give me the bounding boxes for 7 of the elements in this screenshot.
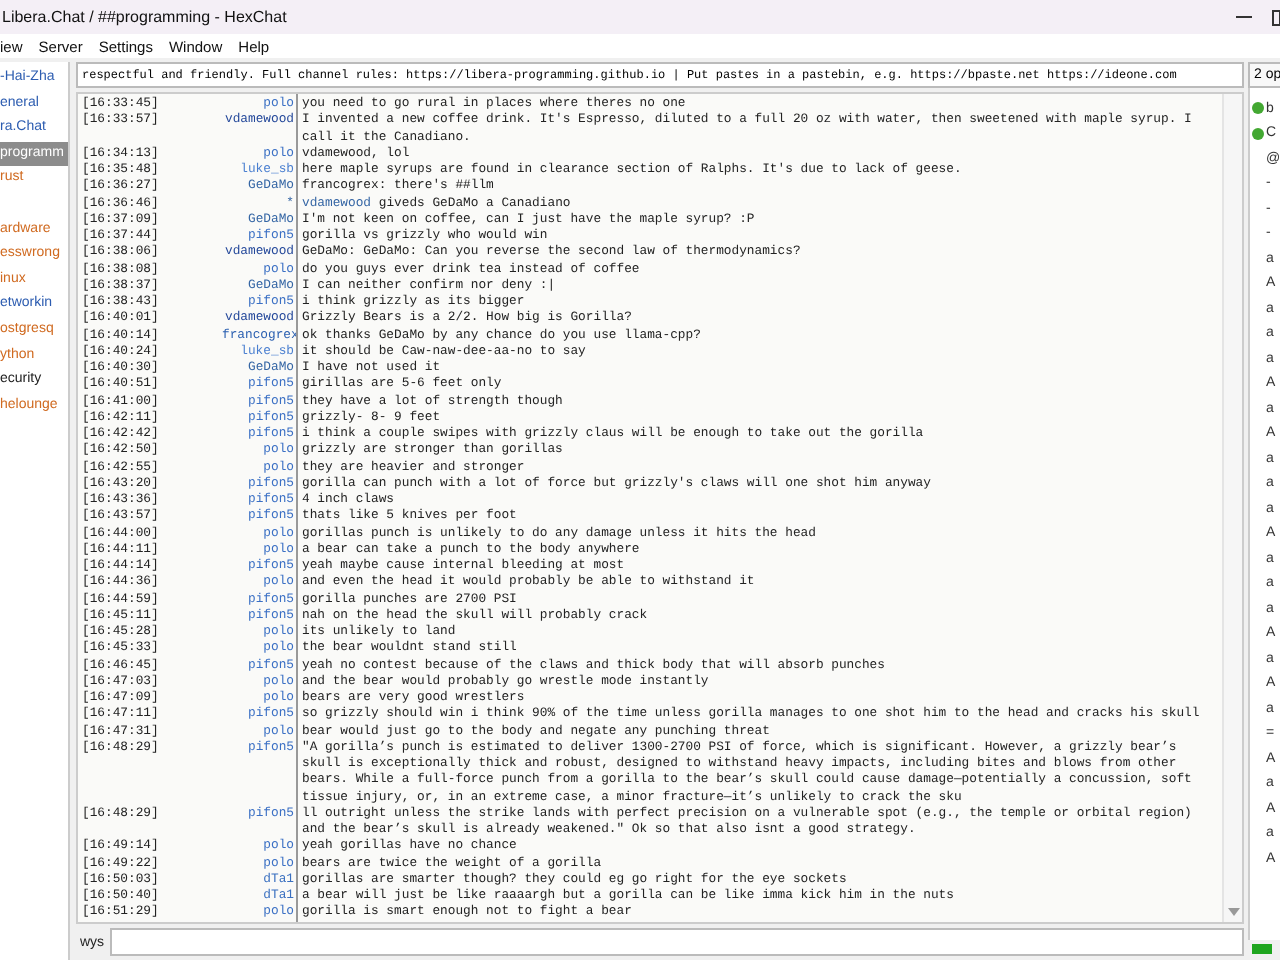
maximize-icon[interactable] [1272, 9, 1280, 25]
window-title: Libera.Chat / ##programming - HexChat [2, 8, 287, 26]
scrollbar[interactable] [1222, 94, 1242, 922]
scroll-down-icon[interactable] [1227, 908, 1239, 916]
lag-meter [1252, 944, 1272, 954]
message-input[interactable] [110, 928, 1244, 956]
minimize-icon[interactable] [1236, 15, 1252, 19]
